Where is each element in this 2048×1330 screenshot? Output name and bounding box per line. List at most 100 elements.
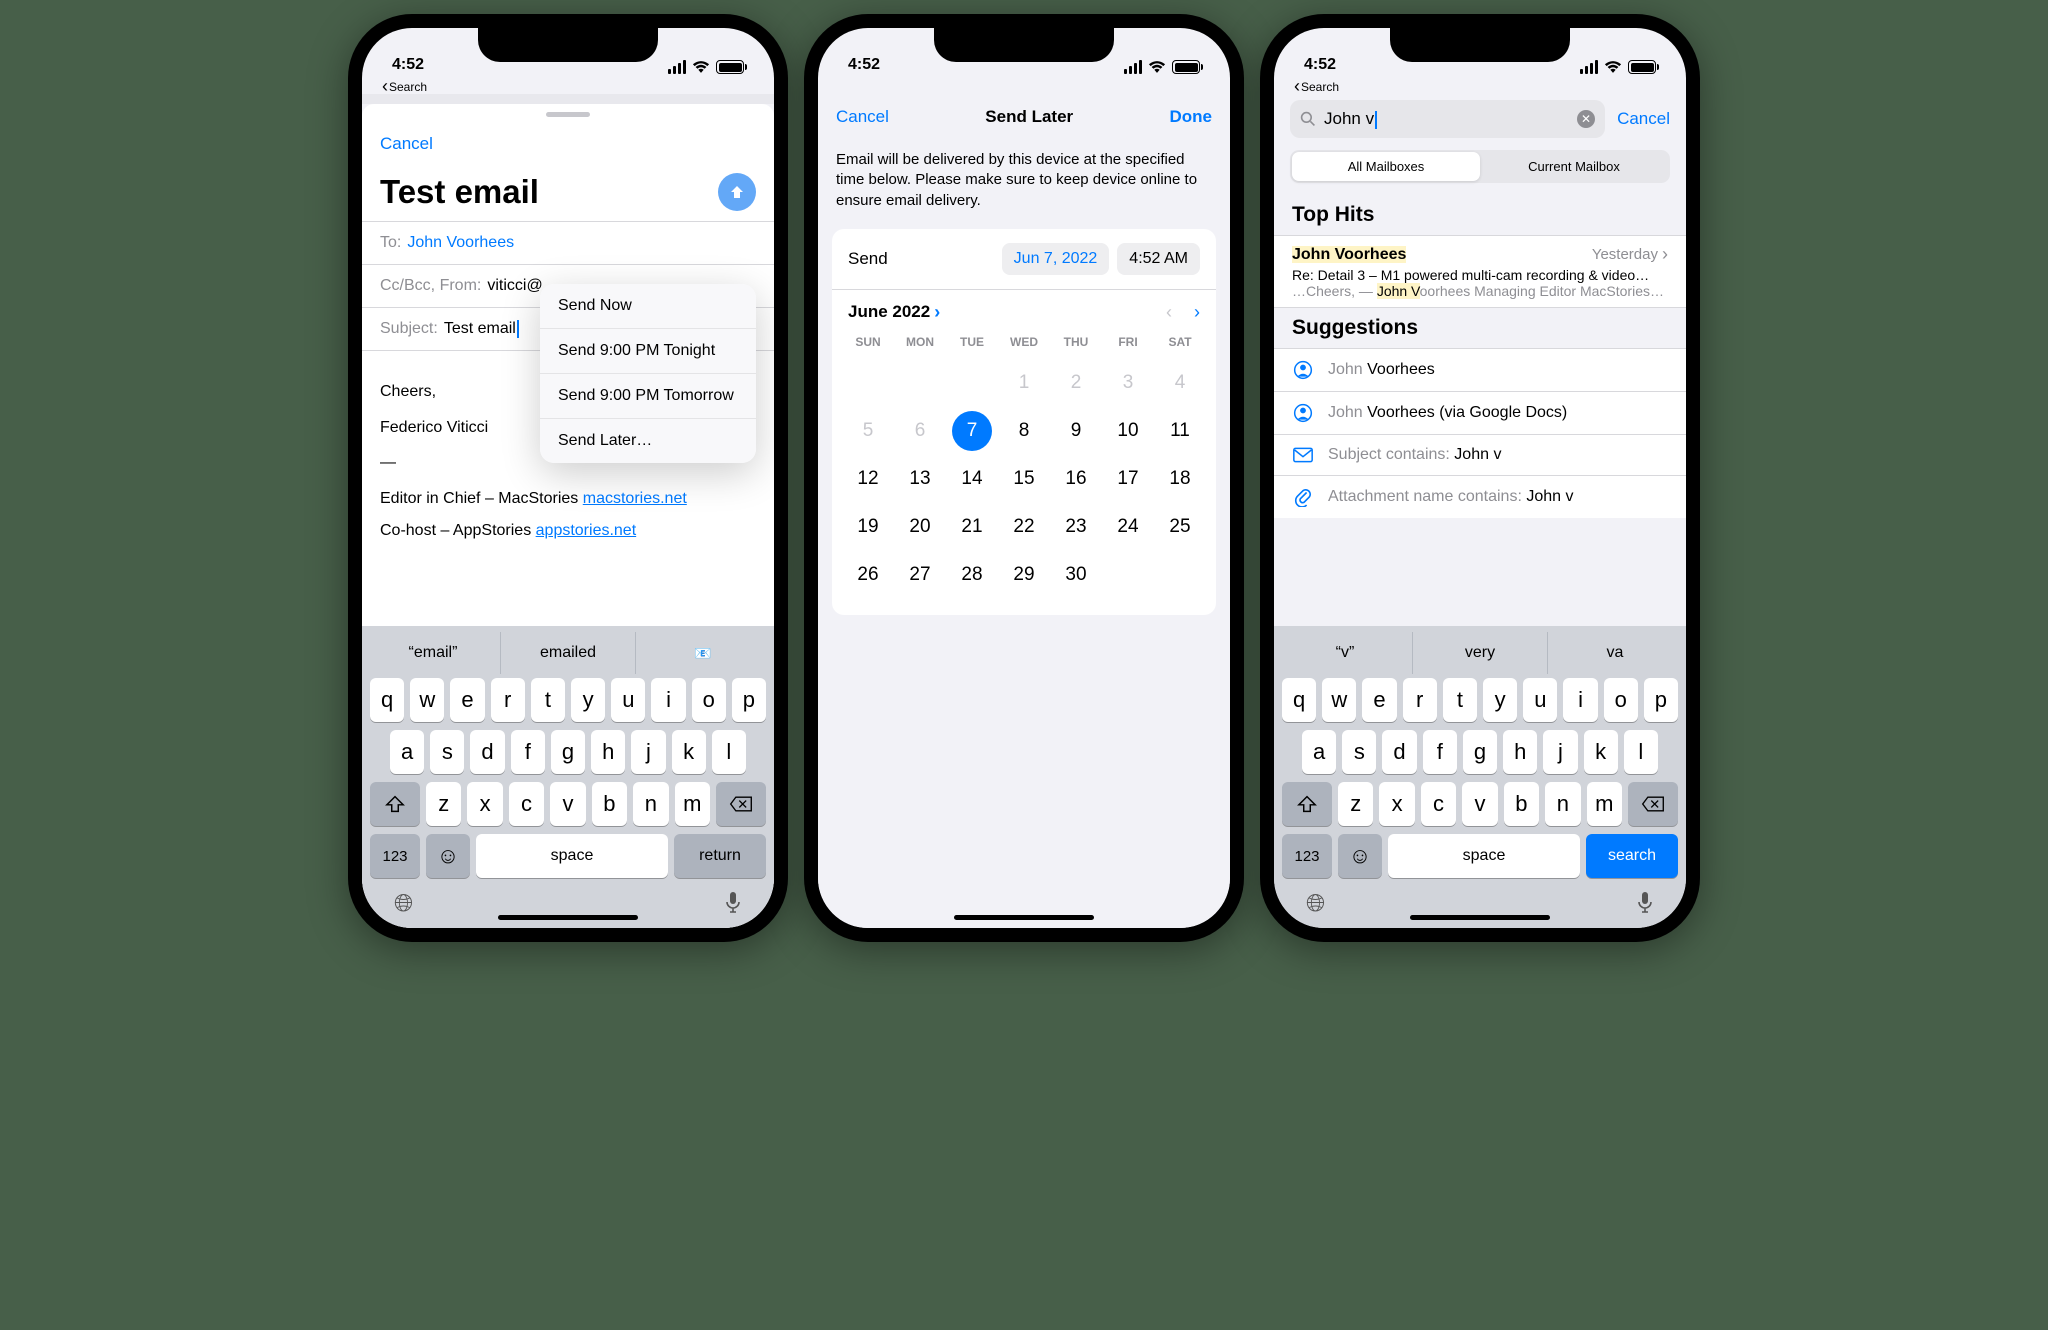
- key-n[interactable]: n: [1545, 782, 1580, 826]
- key-p[interactable]: p: [732, 678, 766, 722]
- calendar-day[interactable]: 5: [842, 407, 894, 455]
- calendar-day[interactable]: 2: [1050, 359, 1102, 407]
- home-indicator[interactable]: [954, 915, 1094, 920]
- key-y[interactable]: y: [1483, 678, 1517, 722]
- key-z[interactable]: z: [1338, 782, 1373, 826]
- calendar-day[interactable]: 29: [998, 551, 1050, 599]
- menu-send-now[interactable]: Send Now: [540, 284, 756, 329]
- key-m[interactable]: m: [1587, 782, 1622, 826]
- macstories-link[interactable]: macstories.net: [583, 490, 687, 507]
- to-field[interactable]: To: John Voorhees: [362, 222, 774, 265]
- calendar-day[interactable]: 20: [894, 503, 946, 551]
- key-v[interactable]: v: [1462, 782, 1497, 826]
- key-e[interactable]: e: [450, 678, 484, 722]
- key-l[interactable]: l: [712, 730, 746, 774]
- calendar-day[interactable]: 14: [946, 455, 998, 503]
- key-t[interactable]: t: [531, 678, 565, 722]
- key-j[interactable]: j: [1543, 730, 1577, 774]
- calendar-day[interactable]: 25: [1154, 503, 1206, 551]
- next-month-button[interactable]: ›: [1194, 302, 1200, 323]
- prev-month-button[interactable]: ‹: [1166, 302, 1172, 323]
- calendar-day[interactable]: 30: [1050, 551, 1102, 599]
- key-q[interactable]: q: [370, 678, 404, 722]
- key-k[interactable]: k: [1584, 730, 1618, 774]
- key-x[interactable]: x: [1379, 782, 1414, 826]
- sheet-grabber[interactable]: [546, 112, 590, 117]
- key-w[interactable]: w: [410, 678, 444, 722]
- emoji-key[interactable]: ☺: [426, 834, 470, 878]
- calendar-day[interactable]: 9: [1050, 407, 1102, 455]
- time-chip[interactable]: 4:52 AM: [1117, 243, 1200, 275]
- top-hit-row[interactable]: John Voorhees Yesterday› Re: Detail 3 – …: [1274, 235, 1686, 308]
- key-r[interactable]: r: [491, 678, 525, 722]
- appstories-link[interactable]: appstories.net: [536, 522, 637, 539]
- calendar-day[interactable]: 6: [894, 407, 946, 455]
- menu-send-tonight[interactable]: Send 9:00 PM Tonight: [540, 329, 756, 374]
- calendar-day[interactable]: 7: [946, 407, 998, 455]
- key-f[interactable]: f: [1423, 730, 1457, 774]
- key-d[interactable]: d: [470, 730, 504, 774]
- calendar-day[interactable]: 24: [1102, 503, 1154, 551]
- key-w[interactable]: w: [1322, 678, 1356, 722]
- key-j[interactable]: j: [631, 730, 665, 774]
- month-picker[interactable]: June 2022 ›: [848, 302, 940, 323]
- return-key[interactable]: return: [674, 834, 766, 878]
- suggestion-subject[interactable]: Subject contains: John v: [1274, 435, 1686, 476]
- key-g[interactable]: g: [551, 730, 585, 774]
- home-indicator[interactable]: [1410, 915, 1550, 920]
- key-z[interactable]: z: [426, 782, 461, 826]
- menu-send-tomorrow[interactable]: Send 9:00 PM Tomorrow: [540, 374, 756, 419]
- suggestion-person-2[interactable]: John Voorhees (via Google Docs): [1274, 392, 1686, 435]
- key-s[interactable]: s: [430, 730, 464, 774]
- calendar-day[interactable]: 23: [1050, 503, 1102, 551]
- key-t[interactable]: t: [1443, 678, 1477, 722]
- key-p[interactable]: p: [1644, 678, 1678, 722]
- key-h[interactable]: h: [1503, 730, 1537, 774]
- calendar-day[interactable]: 21: [946, 503, 998, 551]
- mic-icon[interactable]: [724, 890, 742, 918]
- key-c[interactable]: c: [509, 782, 544, 826]
- key-i[interactable]: i: [1563, 678, 1597, 722]
- calendar-day[interactable]: 1: [998, 359, 1050, 407]
- numbers-key[interactable]: 123: [1282, 834, 1332, 878]
- menu-send-later[interactable]: Send Later…: [540, 419, 756, 463]
- numbers-key[interactable]: 123: [370, 834, 420, 878]
- globe-icon[interactable]: 🌐︎: [394, 890, 413, 918]
- search-key[interactable]: search: [1586, 834, 1678, 878]
- delete-key[interactable]: [1628, 782, 1678, 826]
- key-u[interactable]: u: [1523, 678, 1557, 722]
- mic-icon[interactable]: [1636, 890, 1654, 918]
- delete-key[interactable]: [716, 782, 766, 826]
- calendar-day[interactable]: 8: [998, 407, 1050, 455]
- key-f[interactable]: f: [511, 730, 545, 774]
- key-i[interactable]: i: [651, 678, 685, 722]
- key-v[interactable]: v: [550, 782, 585, 826]
- suggestion-person-1[interactable]: John Voorhees: [1274, 349, 1686, 392]
- key-y[interactable]: y: [571, 678, 605, 722]
- space-key[interactable]: space: [1388, 834, 1580, 878]
- key-q[interactable]: q: [1282, 678, 1316, 722]
- suggestion-3[interactable]: va: [1547, 632, 1682, 674]
- calendar-day[interactable]: 3: [1102, 359, 1154, 407]
- suggestion-1[interactable]: “email”: [366, 632, 500, 674]
- key-n[interactable]: n: [633, 782, 668, 826]
- calendar-day[interactable]: 12: [842, 455, 894, 503]
- send-button[interactable]: [718, 173, 756, 211]
- key-s[interactable]: s: [1342, 730, 1376, 774]
- calendar-day[interactable]: 13: [894, 455, 946, 503]
- home-indicator[interactable]: [498, 915, 638, 920]
- calendar-day[interactable]: 10: [1102, 407, 1154, 455]
- space-key[interactable]: space: [476, 834, 668, 878]
- cancel-button[interactable]: Cancel: [1617, 109, 1670, 129]
- shift-key[interactable]: [370, 782, 420, 826]
- seg-current-mailbox[interactable]: Current Mailbox: [1480, 152, 1668, 181]
- emoji-key[interactable]: ☺: [1338, 834, 1382, 878]
- key-g[interactable]: g: [1463, 730, 1497, 774]
- key-u[interactable]: u: [611, 678, 645, 722]
- done-button[interactable]: Done: [1170, 107, 1213, 127]
- key-x[interactable]: x: [467, 782, 502, 826]
- date-chip[interactable]: Jun 7, 2022: [1002, 243, 1110, 275]
- key-d[interactable]: d: [1382, 730, 1416, 774]
- key-b[interactable]: b: [592, 782, 627, 826]
- back-to-search[interactable]: ‹Search: [1294, 76, 1339, 97]
